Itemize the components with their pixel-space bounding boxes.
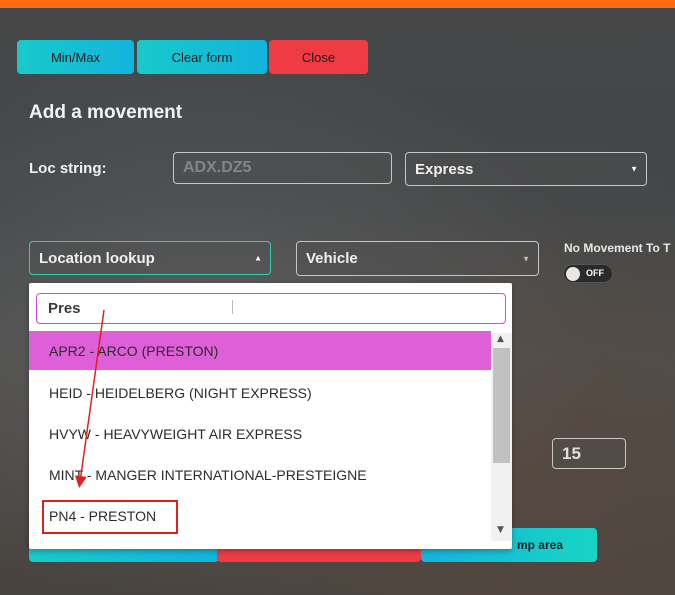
text-cursor	[232, 300, 233, 314]
page-title: Add a movement	[29, 102, 183, 123]
chevron-down-icon: ▼	[522, 254, 530, 263]
bottom-action-button-3-label: mp area	[516, 538, 563, 552]
number-input[interactable]: 15	[552, 438, 626, 469]
chevron-up-icon: ▲	[254, 253, 262, 263]
no-movement-toggle[interactable]: OFF	[563, 264, 613, 283]
clear-form-button[interactable]: Clear form	[137, 40, 267, 74]
minmax-button[interactable]: Min/Max	[17, 40, 134, 74]
dropdown-option[interactable]: HVYW - HEAVYWEIGHT AIR EXPRESS	[29, 414, 491, 453]
scrollbar-thumb[interactable]	[493, 348, 510, 463]
no-movement-label: No Movement To T	[564, 241, 671, 255]
service-select[interactable]: Express ▼	[405, 152, 647, 186]
scroll-up-icon[interactable]: ▲	[497, 334, 504, 344]
chevron-down-icon: ▼	[630, 164, 638, 174]
scroll-down-icon[interactable]: ▼	[497, 525, 504, 535]
location-lookup-select[interactable]: Location lookup ▲	[29, 241, 271, 275]
close-button[interactable]: Close	[269, 40, 368, 74]
service-select-value: Express	[415, 160, 474, 178]
toggle-knob	[566, 267, 580, 281]
loc-string-input[interactable]: ADX.DZ5	[173, 152, 392, 184]
annotation-highlight-box	[42, 500, 178, 534]
dropdown-option[interactable]: HEID - HEIDELBERG (NIGHT EXPRESS)	[29, 373, 491, 412]
top-accent-bar	[0, 0, 675, 8]
dropdown-option[interactable]: MINT - MANGER INTERNATIONAL-PRESTEIGNE	[29, 455, 491, 494]
loc-string-placeholder: ADX.DZ5	[183, 159, 252, 176]
dropdown-option[interactable]: APR2 - ARCO (PRESTON)	[29, 331, 491, 370]
location-lookup-value: Location lookup	[39, 249, 155, 267]
dropdown-search-input[interactable]: Pres	[36, 293, 506, 324]
loc-string-label: Loc string:	[29, 160, 107, 177]
vehicle-select[interactable]: Vehicle ▼	[296, 241, 539, 276]
vehicle-select-value: Vehicle	[306, 250, 358, 267]
toggle-state-text: OFF	[586, 268, 604, 278]
